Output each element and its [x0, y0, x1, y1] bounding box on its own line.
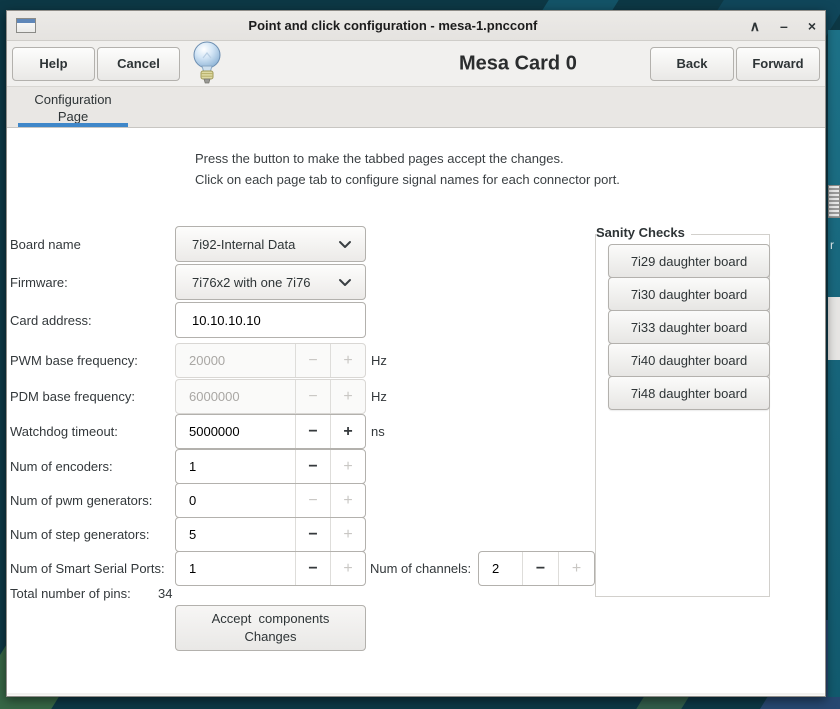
num-pwm-generators-label: Num of pwm generators:	[10, 483, 152, 518]
background-window-sliver[interactable]: r	[828, 30, 840, 697]
increment-icon: +	[558, 552, 594, 585]
daughter-board-7i48-button[interactable]: 7i48 daughter board	[608, 376, 770, 410]
instruction-line-2: Click on each page tab to configure sign…	[195, 169, 620, 190]
num-step-generators-label: Num of step generators:	[10, 517, 149, 552]
card-address-input[interactable]: 10.10.10.10	[175, 302, 366, 338]
tab-configuration-page[interactable]: Configuration Page	[18, 87, 128, 128]
decrement-icon: −	[295, 344, 330, 377]
configuration-page: Press the button to make the tabbed page…	[7, 128, 825, 693]
decrement-icon[interactable]: −	[295, 552, 330, 585]
total-pins-label: Total number of pins:	[10, 586, 131, 601]
chevron-down-icon	[338, 275, 352, 290]
pwm-base-frequency-spinbox: 20000 − +	[175, 343, 366, 378]
sanity-checks-title: Sanity Checks	[596, 225, 691, 240]
daughter-board-7i40-button[interactable]: 7i40 daughter board	[608, 343, 770, 377]
help-button[interactable]: Help	[12, 47, 95, 81]
total-pins-value: 34	[158, 586, 172, 601]
sanity-checks-frame: Sanity Checks 7i29 daughter board 7i30 d…	[595, 234, 770, 597]
forward-button[interactable]: Forward	[736, 47, 820, 81]
pdm-base-frequency-label: PDM base frequency:	[10, 379, 135, 414]
increment-icon: +	[330, 518, 365, 551]
cancel-button[interactable]: Cancel	[97, 47, 180, 81]
shade-window-icon[interactable]: ∧	[750, 19, 760, 33]
lightbulb-icon	[189, 40, 225, 91]
board-name-label: Board name	[10, 226, 81, 262]
num-smart-serial-ports-label: Num of Smart Serial Ports:	[10, 551, 165, 586]
instruction-line-1: Press the button to make the tabbed page…	[195, 148, 620, 169]
decrement-icon[interactable]: −	[295, 518, 330, 551]
num-encoders-spinbox[interactable]: 1 − +	[175, 449, 366, 484]
pdm-unit-label: Hz	[371, 379, 387, 414]
increment-icon: +	[330, 380, 365, 413]
increment-icon: +	[330, 344, 365, 377]
num-encoders-label: Num of encoders:	[10, 449, 113, 484]
titlebar[interactable]: Point and click configuration - mesa-1.p…	[7, 11, 825, 41]
back-button[interactable]: Back	[650, 47, 734, 81]
instructions: Press the button to make the tabbed page…	[195, 148, 620, 190]
pwm-base-frequency-label: PWM base frequency:	[10, 343, 138, 378]
num-channels-spinbox[interactable]: 2 − +	[478, 551, 595, 586]
increment-icon[interactable]: +	[330, 415, 365, 448]
toolbar: Help Cancel Mesa Card 0	[7, 41, 825, 87]
decrement-icon: −	[295, 380, 330, 413]
increment-icon: +	[330, 450, 365, 483]
accept-components-changes-button[interactable]: Accept components Changes	[175, 605, 366, 651]
num-channels-label: Num of channels:	[370, 551, 471, 586]
num-pwm-generators-spinbox[interactable]: 0 − +	[175, 483, 366, 518]
watchdog-timeout-label: Watchdog timeout:	[10, 414, 118, 449]
increment-icon: +	[330, 484, 365, 517]
num-smart-serial-ports-spinbox[interactable]: 1 − +	[175, 551, 366, 586]
watchdog-unit-label: ns	[371, 414, 385, 449]
board-name-select[interactable]: 7i92-Internal Data	[175, 226, 366, 262]
daughter-board-7i30-button[interactable]: 7i30 daughter board	[608, 277, 770, 311]
daughter-board-7i33-button[interactable]: 7i33 daughter board	[608, 310, 770, 344]
active-tab-indicator	[18, 123, 128, 127]
background-window-text: r	[830, 238, 834, 252]
decrement-icon: −	[295, 484, 330, 517]
card-address-label: Card address:	[10, 302, 92, 338]
increment-icon: +	[330, 552, 365, 585]
background-window-grip[interactable]	[828, 185, 840, 218]
firmware-label: Firmware:	[10, 264, 68, 300]
decrement-icon[interactable]: −	[295, 450, 330, 483]
minimize-window-icon[interactable]: –	[780, 19, 788, 33]
close-window-icon[interactable]: ×	[808, 19, 816, 33]
pwm-unit-label: Hz	[371, 343, 387, 378]
num-step-generators-spinbox[interactable]: 5 − +	[175, 517, 366, 552]
daughter-board-7i29-button[interactable]: 7i29 daughter board	[608, 244, 770, 278]
watchdog-timeout-spinbox[interactable]: 5000000 − +	[175, 414, 366, 449]
page-title: Mesa Card 0	[459, 52, 577, 75]
decrement-icon[interactable]: −	[522, 552, 558, 585]
pdm-base-frequency-spinbox: 6000000 − +	[175, 379, 366, 414]
chevron-down-icon	[338, 237, 352, 252]
firmware-select[interactable]: 7i76x2 with one 7i76	[175, 264, 366, 300]
window-menu-icon[interactable]	[16, 18, 36, 33]
window-title: Point and click configuration - mesa-1.p…	[36, 18, 750, 33]
background-window-panel	[828, 297, 840, 360]
pncconf-window: Point and click configuration - mesa-1.p…	[6, 10, 826, 697]
tab-strip: Configuration Page	[7, 87, 825, 128]
decrement-icon[interactable]: −	[295, 415, 330, 448]
